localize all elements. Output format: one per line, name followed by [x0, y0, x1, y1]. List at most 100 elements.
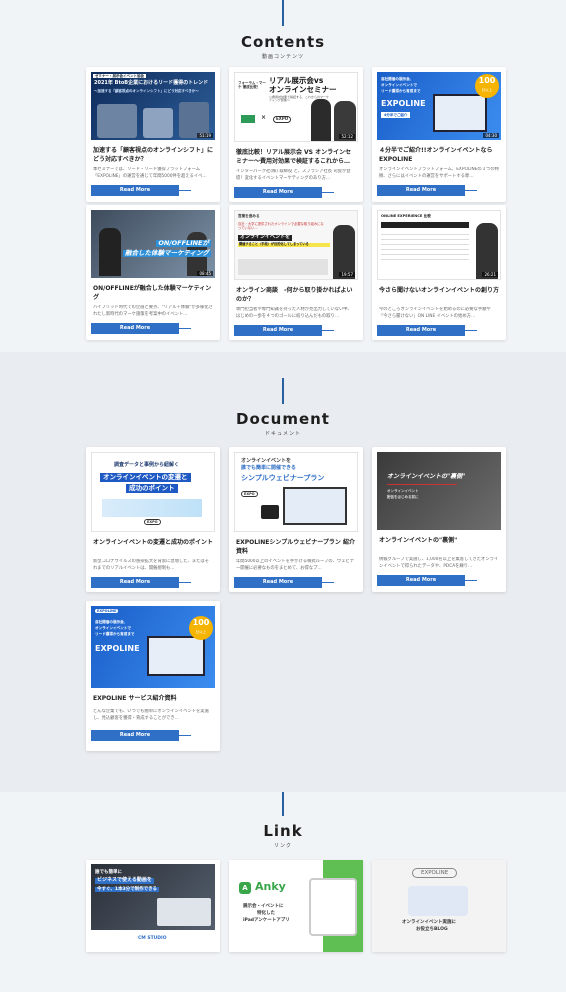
- video-card[interactable]: フォーラム・マーケ 徹底比較！ リアル展示会vs オンラインセミナー ～費用対効…: [229, 67, 363, 202]
- document-thumbnail[interactable]: オンラインイベントの"裏側" オンラインイベント 配信をはじめる前に: [377, 452, 501, 530]
- read-more-button[interactable]: Read More: [91, 577, 191, 588]
- read-more-button[interactable]: Read More: [377, 185, 477, 196]
- brand-logo-icon: [241, 115, 255, 123]
- button-label: Read More: [405, 327, 437, 333]
- thumb-heading: オンラインイベントを: [238, 234, 293, 241]
- arrow-icon: [322, 192, 334, 193]
- expo-logo: EXPOLINE: [95, 609, 119, 614]
- thumb-brand: EXPOLINE: [381, 99, 426, 108]
- banner-text: 誰でも簡単に: [95, 870, 122, 875]
- card-title[interactable]: オンラインイベントの"裏側": [379, 536, 499, 554]
- video-thumbnail[interactable]: フォーラム・マーケ 徹底比較！ リアル展示会vs オンラインセミナー ～費用対効…: [234, 72, 358, 142]
- card-title[interactable]: EXPOLINE サービス紹介資料: [93, 694, 213, 706]
- speaker-photo: [333, 225, 355, 279]
- link-card-cm-studio[interactable]: 誰でも簡単に ビジネスで使える動画を 今すぐ、1本3分で制作できる CM STU…: [86, 860, 220, 952]
- document-thumbnail[interactable]: オンラインイベントを 誰でも簡単に開催できる シンプルウェビナープラン EXPO: [234, 452, 358, 532]
- thumb-text: 自社・大学に提供されたオンラインで必要な取り組みになっていない…: [238, 222, 324, 230]
- video-duration: 19:57: [339, 272, 355, 277]
- thumb-subheading: 開催すること（手段）が目的化してしまっている: [238, 242, 330, 247]
- camera-image: [261, 505, 279, 519]
- section-divider-line: [282, 792, 284, 816]
- thumb-heading: シンプルウェビナープラン: [241, 474, 325, 482]
- thumb-text: オンラインイベントで: [95, 626, 131, 630]
- video-card[interactable]: ONLINE EXPERIENCE 比較 26:21 今さら聞けないオンラインイ…: [372, 205, 506, 340]
- count-badge: 100 社以上: [475, 74, 499, 98]
- document-card[interactable]: オンラインイベントの"裏側" オンラインイベント 配信をはじめる前に オンライン…: [372, 447, 506, 592]
- video-duration: 04:30: [483, 133, 499, 138]
- read-more-button[interactable]: Read More: [377, 575, 477, 586]
- divider: [387, 484, 457, 485]
- video-duration: 08:45: [197, 271, 213, 276]
- expoline-logo: EXPOLINE: [412, 868, 458, 879]
- card-title[interactable]: EXPOLINEシンプルウェビナープラン 紹介資料: [236, 538, 356, 556]
- thumb-text: 自社開催の展示会、: [95, 620, 128, 624]
- card-description: 情報グループで実施し、1,000名以上を集客してきたオンラインイベントで得られた…: [379, 557, 499, 569]
- document-thumbnail[interactable]: EXPOLINE 自社開催の展示会、 オンラインイベントで リード獲得から育成ま…: [91, 606, 215, 688]
- button-label: Read More: [262, 327, 294, 333]
- button-label: Read More: [262, 579, 294, 585]
- card-title[interactable]: ４分半でご紹介!!オンラインイベントならEXPOLINE: [379, 146, 499, 164]
- thumb-small-text: フォーラム・マーケ 徹底比較！: [238, 81, 266, 90]
- document-card[interactable]: 調査データと事例から紐解く オンラインイベントの変遷と 成功のポイント EXPO…: [86, 447, 220, 592]
- banner-text: ビジネスで使える動画を: [95, 877, 154, 884]
- document-subtitle: ドキュメント: [264, 431, 301, 437]
- thumb-table: [238, 259, 328, 275]
- card-title[interactable]: 加速する「顧客視点のオンラインシフト」にどう対応すべきか？: [93, 146, 213, 164]
- laptop-image: [147, 636, 205, 676]
- link-section: Link リンク 誰でも簡単に ビジネスで使える動画を 今すぐ、1本3分で制作で…: [0, 792, 566, 992]
- speaker-photo: [97, 104, 137, 138]
- button-label: Read More: [119, 325, 151, 331]
- thumb-heading: オンラインイベントの変遷と: [100, 473, 191, 483]
- badge-unit: 社以上: [195, 630, 207, 634]
- thumb-cta: 4分半でご紹介: [381, 112, 411, 119]
- video-thumbnail[interactable]: ON/OFFLINEが 融合した体験マーケティング 08:45: [91, 210, 215, 278]
- laptop-image: [433, 94, 487, 132]
- video-thumbnail[interactable]: ゼミナー・展示会イベント協会 2021年 BtoB企業におけるリード獲得のトレン…: [91, 72, 215, 140]
- thumb-small-text: 営業を進める: [238, 214, 260, 218]
- read-more-button[interactable]: Read More: [234, 187, 334, 198]
- link-card-anky[interactable]: A Anky 展示会・イベントに 特化した iPadアンケートアプリ: [229, 860, 363, 952]
- speaker-photo: [476, 223, 498, 279]
- button-label: Read More: [119, 579, 151, 585]
- read-more-button[interactable]: Read More: [91, 323, 191, 334]
- document-thumbnail[interactable]: 調査データと事例から紐解く オンラインイベントの変遷と 成功のポイント EXPO: [91, 452, 215, 532]
- link-banner: 誰でも簡単に ビジネスで使える動画を 今すぐ、1本3分で制作できる: [91, 864, 215, 930]
- read-more-button[interactable]: Read More: [377, 325, 477, 336]
- video-thumbnail[interactable]: ONLINE EXPERIENCE 比較 26:21: [377, 210, 501, 280]
- badge-unit: 社以上: [481, 88, 493, 92]
- video-card[interactable]: ゼミナー・展示会イベント協会 2021年 BtoB企業におけるリード獲得のトレン…: [86, 67, 220, 202]
- video-thumbnail[interactable]: 自社開催の展示会、 オンラインイベントで リード獲得から育成まで EXPOLIN…: [377, 72, 501, 140]
- link-card-expoline-blog[interactable]: EXPOLINE オンラインイベント実施に お役立ちBLOG: [372, 860, 506, 952]
- thumb-heading: オンラインセミナー: [269, 85, 337, 94]
- document-card[interactable]: EXPOLINE 自社開催の展示会、 オンラインイベントで リード獲得から育成ま…: [86, 601, 220, 751]
- card-title[interactable]: オンライン商談 -何から取り掛かればよいのか？: [236, 286, 356, 304]
- banner-text: 今すぐ、1本3分で制作できる: [95, 887, 160, 893]
- read-more-button[interactable]: Read More: [91, 730, 191, 741]
- thumb-table-header: [381, 222, 469, 228]
- arrow-icon: [179, 582, 191, 583]
- card-title[interactable]: ON/OFFLINEが融合した体験マーケティング: [93, 284, 213, 302]
- read-more-button[interactable]: Read More: [234, 325, 334, 336]
- video-card[interactable]: 自社開催の展示会、 オンラインイベントで リード獲得から育成まで EXPOLIN…: [372, 67, 506, 202]
- card-title[interactable]: 徹底比較！リアル展示会 VS オンラインセミナー〜費用対効果で検証するこれから…: [236, 148, 356, 166]
- video-card[interactable]: 営業を進める 自社・大学に提供されたオンラインで必要な取り組みになっていない… …: [229, 205, 363, 340]
- document-section: Document ドキュメント 調査データと事例から紐解く オンラインイベントの…: [0, 352, 566, 792]
- card-title[interactable]: 今さら聞けないオンラインイベントの創り方: [379, 286, 499, 304]
- brand-label: CM STUDIO: [138, 936, 167, 941]
- video-thumbnail[interactable]: 営業を進める 自社・大学に提供されたオンラインで必要な取り組みになっていない… …: [234, 210, 358, 280]
- card-title[interactable]: オンラインイベントの変遷と成功のポイント: [93, 538, 213, 556]
- link-text: オンラインイベント実施に: [402, 920, 456, 925]
- cross-symbol: ×: [261, 114, 267, 121]
- thumb-text: 配信をはじめる前に: [387, 495, 419, 499]
- video-card[interactable]: ON/OFFLINEが 融合した体験マーケティング 08:45 ON/OFFLI…: [86, 205, 220, 340]
- button-label: Read More: [119, 187, 151, 193]
- thumb-heading: 融合した体験マーケティング: [123, 249, 211, 258]
- read-more-button[interactable]: Read More: [91, 185, 191, 196]
- link-subtitle: リンク: [273, 843, 292, 849]
- video-duration: 26:21: [482, 272, 498, 277]
- laptop-image: [283, 487, 347, 525]
- badge-number: 100: [192, 618, 210, 627]
- read-more-button[interactable]: Read More: [234, 577, 334, 588]
- count-badge: 100 社以上: [189, 616, 213, 640]
- document-card[interactable]: オンラインイベントを 誰でも簡単に開催できる シンプルウェビナープラン EXPO…: [229, 447, 363, 592]
